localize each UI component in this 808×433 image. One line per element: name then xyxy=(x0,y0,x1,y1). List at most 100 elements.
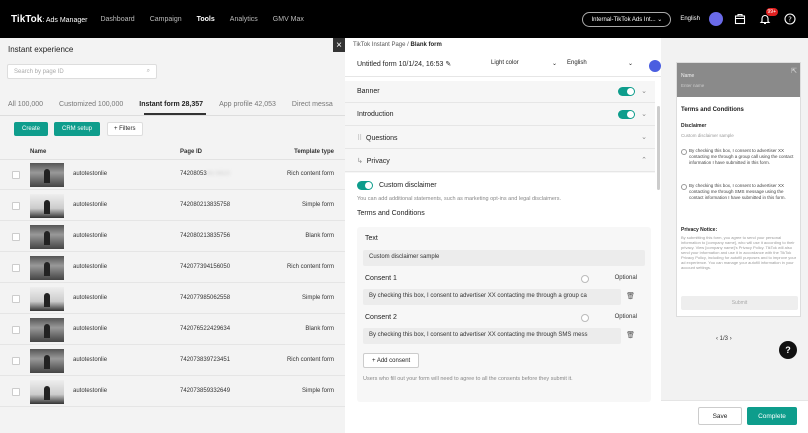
row-name[interactable]: autotestonlie xyxy=(73,295,107,301)
consent-1-input[interactable]: By checking this box, I consent to adver… xyxy=(363,289,621,305)
notification-bell-icon[interactable]: 99+ xyxy=(757,8,778,27)
table-header: Name Page ID Template type xyxy=(0,145,345,160)
form-sections: Banner ⌄ Introduction ⌄ ⠿ Questions ⌄ ↳ … xyxy=(345,81,655,433)
table-row[interactable]: autotestonlie 742080213835756 Blank form xyxy=(0,222,345,252)
chevron-down-icon[interactable]: ⌄ xyxy=(641,110,647,118)
row-checkbox[interactable] xyxy=(12,171,20,179)
row-thumbnail xyxy=(30,163,64,187)
preview-pagination: ‹ 1/3 › xyxy=(716,336,732,342)
section-introduction[interactable]: Introduction ⌄ xyxy=(345,104,655,126)
header-divider xyxy=(345,76,661,77)
section-banner[interactable]: Banner ⌄ xyxy=(345,81,655,103)
nav-gmv-max[interactable]: GMV Max xyxy=(273,16,304,23)
row-checkbox[interactable] xyxy=(12,357,20,365)
language-selector[interactable]: English xyxy=(680,16,700,22)
column-header-template-type[interactable]: Template type xyxy=(294,149,334,155)
add-consent-button[interactable]: + Add consent xyxy=(363,353,420,368)
consent-2-optional-radio[interactable] xyxy=(581,314,589,322)
language-select[interactable]: English ⌄ xyxy=(567,60,633,67)
chevron-down-icon[interactable]: ⌄ xyxy=(641,133,647,141)
editor-scrollbar[interactable] xyxy=(657,106,660,190)
tiktok-ads-manager-logo[interactable]: TikTok: Ads Manager xyxy=(11,14,87,25)
table-row[interactable]: autotestonlie 742080534478920 Rich content… xyxy=(0,160,345,190)
tab-bar: All 100,000 Customized 100,000 Instant f… xyxy=(8,101,333,108)
nav-analytics[interactable]: Analytics xyxy=(230,16,258,23)
theme-select[interactable]: Light color ⌄ xyxy=(491,60,557,67)
disclaimer-help-text: You can add additional statements, such … xyxy=(357,196,562,202)
custom-disclaimer-toggle[interactable] xyxy=(357,181,373,190)
consent-1-label: Consent 1 xyxy=(365,275,397,282)
table-row[interactable]: autotestonlie 742076522429634 Blank form xyxy=(0,315,345,345)
row-name[interactable]: autotestonlie xyxy=(73,388,107,394)
table-row[interactable]: autotestonlie 742077985062558 Simple form xyxy=(0,284,345,314)
tab-direct-message[interactable]: Direct messa xyxy=(292,101,333,108)
help-button[interactable]: ? xyxy=(779,341,797,359)
row-name[interactable]: autotestonlie xyxy=(73,264,107,270)
avatar[interactable] xyxy=(709,12,723,26)
section-questions[interactable]: ⠿ Questions ⌄ xyxy=(345,127,655,149)
row-name[interactable]: autotestonlie xyxy=(73,233,107,239)
delete-consent-1-icon[interactable]: 🗑 xyxy=(626,292,635,300)
close-icon[interactable]: × xyxy=(333,38,345,52)
drag-handle-icon[interactable]: ⠿ xyxy=(357,135,362,142)
edit-pencil-icon[interactable]: ✎ xyxy=(445,61,451,68)
row-name[interactable]: autotestonlie xyxy=(73,202,107,208)
consent-1-optional-radio[interactable] xyxy=(581,275,589,283)
chevron-down-icon[interactable]: ⌄ xyxy=(641,87,647,95)
account-selector[interactable]: Internal-TikTok Ads Int... ⌄ xyxy=(582,11,672,27)
breadcrumb-parent[interactable]: TikTok Instant Page xyxy=(353,42,405,48)
row-thumbnail xyxy=(30,349,64,373)
column-header-page-id[interactable]: Page ID xyxy=(180,149,202,155)
banner-toggle[interactable] xyxy=(618,87,635,96)
row-checkbox[interactable] xyxy=(12,202,20,210)
tab-app-profile[interactable]: App profile 42,053 xyxy=(219,101,276,108)
nav-tools[interactable]: Tools xyxy=(197,16,215,23)
table-row[interactable]: autotestonlie 742073839723451 Rich content… xyxy=(0,346,345,376)
preview-consent-1-check[interactable] xyxy=(681,149,687,155)
tab-instant-form[interactable]: Instant form 28,357 xyxy=(139,101,203,108)
preview-consent-2: By checking this box, I consent to adver… xyxy=(689,183,786,200)
save-button[interactable]: Save xyxy=(698,407,742,425)
assistant-icon[interactable] xyxy=(649,60,661,72)
row-checkbox[interactable] xyxy=(12,388,20,396)
preview-privacy-title: Privacy Notice: xyxy=(681,227,718,233)
row-name[interactable]: autotestonlie xyxy=(73,171,107,177)
row-page-id: 742077985062558 xyxy=(180,295,231,301)
row-template-type: Rich content form xyxy=(286,357,334,363)
chevron-left-icon[interactable]: ‹ xyxy=(716,336,718,342)
row-name[interactable]: autotestonlie xyxy=(73,326,107,332)
row-checkbox[interactable] xyxy=(12,295,20,303)
complete-button[interactable]: Complete xyxy=(747,407,797,425)
section-privacy[interactable]: ↳ Privacy ⌃ xyxy=(345,150,655,172)
help-icon[interactable]: ? xyxy=(782,11,798,27)
row-checkbox[interactable] xyxy=(12,326,20,334)
table-row[interactable]: autotestonlie 742080213835758 Simple form xyxy=(0,191,345,221)
svg-text:?: ? xyxy=(788,16,792,24)
storefront-icon[interactable] xyxy=(732,11,748,27)
nav-campaign[interactable]: Campaign xyxy=(150,16,182,23)
delete-consent-2-icon[interactable]: 🗑 xyxy=(626,331,635,339)
row-checkbox[interactable] xyxy=(12,233,20,241)
search-input[interactable]: Search by page ID ⌕ xyxy=(7,64,157,79)
column-header-name[interactable]: Name xyxy=(30,149,46,155)
chevron-up-icon[interactable]: ⌃ xyxy=(641,156,647,164)
introduction-toggle[interactable] xyxy=(618,110,635,119)
table-row[interactable]: autotestonlie 742077394156050 Rich content… xyxy=(0,253,345,283)
consent-2-input[interactable]: By checking this box, I consent to adver… xyxy=(363,328,621,344)
privacy-section-body: Custom disclaimer You can add additional… xyxy=(345,173,655,433)
table-row[interactable]: autotestonlie 742073859332649 Simple form xyxy=(0,377,345,407)
preview-consent-2-check[interactable] xyxy=(681,184,687,190)
nav-dashboard[interactable]: Dashboard xyxy=(100,16,134,23)
row-checkbox[interactable] xyxy=(12,264,20,272)
row-template-type: Simple form xyxy=(301,295,334,301)
crm-setup-button[interactable]: CRM setup xyxy=(54,122,100,136)
chevron-right-icon[interactable]: › xyxy=(730,336,732,342)
row-name[interactable]: autotestonlie xyxy=(73,357,107,363)
tab-all[interactable]: All 100,000 xyxy=(8,101,43,108)
disclaimer-text-input[interactable]: Custom disclaimer sample xyxy=(363,250,645,266)
terms-conditions-label: Terms and Conditions xyxy=(357,210,425,217)
filters-button[interactable]: + Filters xyxy=(107,122,143,136)
form-title-field[interactable]: Untitled form 10/1/24, 16:53 ✎ xyxy=(357,60,451,68)
create-button[interactable]: Create xyxy=(14,122,48,136)
tab-customized[interactable]: Customized 100,000 xyxy=(59,101,123,108)
